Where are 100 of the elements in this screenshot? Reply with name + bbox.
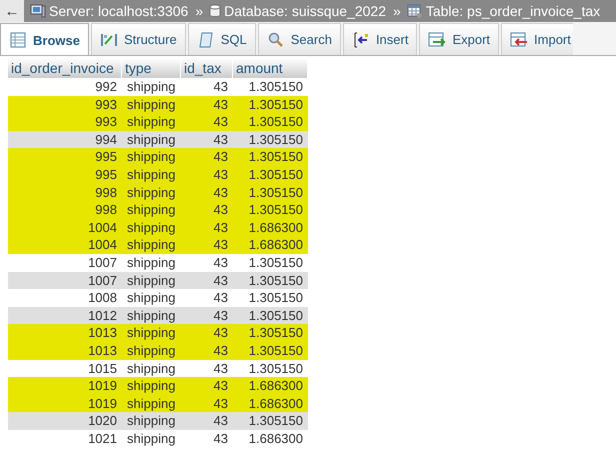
table-cell: shipping bbox=[122, 236, 181, 254]
table-cell: shipping bbox=[122, 148, 181, 166]
table-cell: 43 bbox=[181, 184, 233, 202]
table-cell: 43 bbox=[181, 394, 233, 412]
structure-icon bbox=[100, 32, 118, 48]
table-cell: 998 bbox=[8, 184, 122, 202]
tab[interactable]: Structure bbox=[90, 23, 186, 55]
column-header[interactable]: id_order_invoice bbox=[8, 58, 122, 78]
table-cell-text: shipping bbox=[126, 289, 176, 307]
table-cell: 993 bbox=[8, 113, 122, 131]
table-cell: 1004 bbox=[8, 236, 122, 254]
table-cell: 1.305150 bbox=[233, 113, 308, 131]
table-cell-text: 1021 bbox=[87, 430, 118, 448]
table-cell: shipping bbox=[122, 113, 181, 131]
table-cell: shipping bbox=[122, 96, 181, 114]
table-cell: 1012 bbox=[8, 306, 122, 324]
table-cell: 1.305150 bbox=[233, 324, 308, 342]
table-cell: 43 bbox=[181, 412, 233, 430]
table-cell: 1.305150 bbox=[233, 96, 308, 114]
table-icon bbox=[406, 4, 423, 18]
table-icon bbox=[9, 32, 27, 48]
table-cell: 1.686300 bbox=[233, 377, 308, 395]
table-cell: 1.686300 bbox=[233, 236, 308, 254]
table-cell: 43 bbox=[181, 96, 233, 114]
breadcrumb-link[interactable]: Server: localhost:3306 bbox=[49, 3, 188, 19]
search-icon bbox=[266, 32, 285, 48]
table-cell: shipping bbox=[122, 218, 181, 236]
table-cell: 1.305150 bbox=[233, 201, 308, 219]
table-cell: 43 bbox=[181, 166, 233, 184]
table-cell: 1019 bbox=[8, 394, 122, 412]
table-cell: 1004 bbox=[8, 218, 122, 236]
database-icon bbox=[209, 4, 222, 18]
back-button[interactable]: ← bbox=[0, 0, 24, 22]
column-header[interactable]: type bbox=[122, 58, 181, 78]
table-cell-text: 43 bbox=[212, 254, 229, 272]
export-icon bbox=[428, 32, 446, 48]
table-cell: 43 bbox=[181, 377, 233, 395]
table-cell: 1.686300 bbox=[233, 218, 308, 236]
table-cell-text: 992 bbox=[94, 78, 118, 96]
table-cell: 1007 bbox=[8, 272, 122, 290]
table-cell: shipping bbox=[122, 394, 181, 412]
table-cell: shipping bbox=[122, 201, 181, 219]
table-cell-text: shipping bbox=[126, 254, 176, 272]
table-cell: 43 bbox=[181, 236, 233, 254]
tab[interactable]: Insert bbox=[342, 23, 418, 55]
table-cell-text: 1.305150 bbox=[248, 289, 304, 307]
table-cell: 1.305150 bbox=[233, 148, 308, 166]
table-cell: shipping bbox=[122, 272, 181, 290]
table-cell-text: shipping bbox=[126, 360, 176, 378]
table-cell: 1.686300 bbox=[233, 394, 308, 412]
table-cell: 43 bbox=[181, 342, 233, 360]
table-cell: 1013 bbox=[8, 324, 122, 342]
breadcrumb-separator: » bbox=[393, 3, 401, 19]
table-cell: 1.305150 bbox=[233, 412, 308, 430]
table-cell: 1019 bbox=[8, 377, 122, 395]
table-cell-text: shipping bbox=[126, 430, 176, 448]
breadcrumb-link[interactable]: Database: suissque_2022 bbox=[224, 3, 386, 19]
table-cell-text: 1.686300 bbox=[248, 430, 304, 448]
tab[interactable]: Search bbox=[258, 23, 341, 55]
table-cell-text: 1007 bbox=[87, 254, 118, 272]
table-cell-text: 43 bbox=[212, 289, 229, 307]
table-cell: 1020 bbox=[8, 412, 122, 430]
server-icon bbox=[30, 4, 46, 18]
table-cell: 1.305150 bbox=[233, 306, 308, 324]
table-cell-text: 1.305150 bbox=[248, 78, 304, 96]
table-cell: 43 bbox=[181, 218, 233, 236]
table-cell-text: 43 bbox=[212, 360, 229, 378]
table-cell-text: 43 bbox=[212, 430, 229, 448]
breadcrumb-separator: » bbox=[195, 3, 204, 19]
tab[interactable]: Export bbox=[419, 23, 500, 55]
table-cell: 43 bbox=[181, 113, 233, 131]
column-header[interactable]: id_tax bbox=[181, 58, 233, 78]
table-cell: 43 bbox=[181, 201, 233, 219]
table-cell: 995 bbox=[8, 166, 122, 184]
table-cell: shipping bbox=[122, 306, 181, 324]
table-cell: 994 bbox=[8, 130, 122, 148]
table-cell: shipping bbox=[122, 184, 181, 202]
column-header[interactable]: amount bbox=[233, 58, 308, 78]
scroll-icon bbox=[196, 30, 215, 48]
table-cell: 1013 bbox=[8, 342, 122, 360]
table-cell-text: 1008 bbox=[87, 289, 118, 307]
table-cell: shipping bbox=[122, 166, 181, 184]
table-cell-text: 43 bbox=[212, 78, 229, 96]
breadcrumb-link[interactable]: Table: ps_order_invoice_tax bbox=[426, 3, 600, 19]
table-cell: 1.305150 bbox=[233, 184, 308, 202]
table-cell: 1.305150 bbox=[233, 130, 308, 148]
insert-icon bbox=[352, 30, 370, 48]
table-cell: 1.305150 bbox=[233, 272, 308, 290]
tab[interactable]: SQL bbox=[188, 23, 256, 55]
table-cell: shipping bbox=[122, 412, 181, 430]
table-cell: 995 bbox=[8, 148, 122, 166]
table-cell: shipping bbox=[122, 342, 181, 360]
table-cell: 43 bbox=[181, 272, 233, 290]
import-icon bbox=[510, 32, 528, 48]
table-cell: 43 bbox=[181, 306, 233, 324]
table-cell-text: 1.305150 bbox=[248, 360, 304, 378]
table-cell-text: 1015 bbox=[87, 360, 118, 378]
table-cell: 1.305150 bbox=[233, 166, 308, 184]
table-cell: 43 bbox=[181, 148, 233, 166]
tab[interactable]: Browse bbox=[0, 23, 89, 55]
